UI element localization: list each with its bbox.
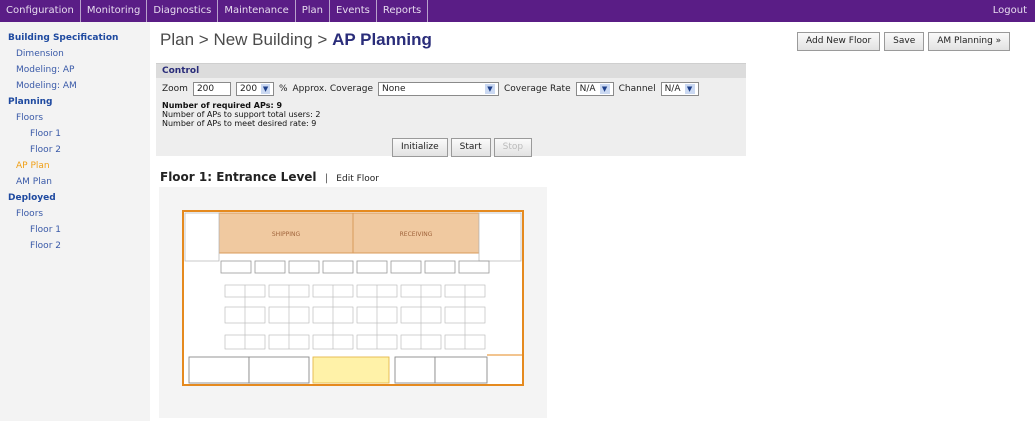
floor-heading: Floor 1: Entrance Level | Edit Floor <box>160 170 379 184</box>
coverage-rate-select[interactable]: N/A ▼ <box>575 82 614 96</box>
coverage-select-value: None <box>382 84 406 94</box>
floor-plan-panel: SHIPPING RECEIVING <box>159 187 547 418</box>
coverage-select[interactable]: None ▼ <box>378 82 499 96</box>
ap-summary: Number of required APs: 9 Number of APs … <box>162 101 320 128</box>
side-area-right <box>478 212 522 262</box>
sidebar-item-dimension[interactable]: Dimension <box>8 46 150 62</box>
top-navigation-bar: Configuration Monitoring Diagnostics Mai… <box>0 0 1035 22</box>
floor-title-separator: | <box>324 173 329 184</box>
breadcrumb-current: AP Planning <box>332 30 432 49</box>
toolbar: Add New Floor Save AM Planning » <box>797 32 1011 51</box>
chevron-down-icon: ▼ <box>599 84 610 94</box>
control-title: Control <box>156 64 746 78</box>
sidebar-item-deployed-floors[interactable]: Floors <box>8 206 150 222</box>
required-aps-text: Number of required APs: 9 <box>162 101 283 110</box>
percent-label: % <box>278 84 288 94</box>
stop-button[interactable]: Stop <box>493 138 533 157</box>
sidebar-deployed[interactable]: Deployed <box>8 190 150 206</box>
sidebar-item-am-plan[interactable]: AM Plan <box>8 174 150 190</box>
nav-configuration[interactable]: Configuration <box>0 0 81 22</box>
coverage-rate-label: Coverage Rate <box>504 84 571 94</box>
sidebar-item-modeling-ap[interactable]: Modeling: AP <box>8 62 150 78</box>
sidebar-planning[interactable]: Planning <box>8 94 150 110</box>
sidebar-item-modeling-am[interactable]: Modeling: AM <box>8 78 150 94</box>
channel-select[interactable]: N/A ▼ <box>660 82 699 96</box>
initialize-button[interactable]: Initialize <box>392 138 448 157</box>
channel-label: Channel <box>618 84 656 94</box>
chevron-down-icon: ▼ <box>261 84 270 94</box>
nav-plan[interactable]: Plan <box>296 0 331 22</box>
aps-rate-text: Number of APs to meet desired rate: 9 <box>162 119 317 128</box>
am-planning-button[interactable]: AM Planning » <box>928 32 1011 51</box>
floor-plan-canvas[interactable]: SHIPPING RECEIVING <box>159 187 547 418</box>
sidebar-item-ap-plan[interactable]: AP Plan <box>8 158 150 174</box>
breadcrumb-building[interactable]: New Building <box>213 30 312 49</box>
bottom-rooms <box>188 356 488 384</box>
room-label-shipping: SHIPPING <box>272 231 301 238</box>
channel-value: N/A <box>664 84 681 94</box>
logout-link[interactable]: Logout <box>987 0 1035 22</box>
page-title-breadcrumb: Plan > New Building > AP Planning <box>160 30 432 50</box>
nav-events[interactable]: Events <box>330 0 377 22</box>
zoom-select-value: 200 <box>239 84 258 94</box>
chevron-down-icon: ▼ <box>485 84 495 94</box>
zoom-label: Zoom <box>162 84 188 94</box>
breadcrumb-plan[interactable]: Plan <box>160 30 194 49</box>
highlighted-room <box>312 356 390 384</box>
sidebar-building-specification[interactable]: Building Specification <box>8 30 150 46</box>
sidebar-item-deployed-floor-2[interactable]: Floor 2 <box>8 238 150 254</box>
sidebar: Building Specification Dimension Modelin… <box>0 22 150 421</box>
edit-floor-link[interactable]: Edit Floor <box>336 174 379 184</box>
nav-monitoring[interactable]: Monitoring <box>81 0 148 22</box>
sidebar-item-floor-2[interactable]: Floor 2 <box>8 142 150 158</box>
breadcrumb-separator: > <box>317 30 328 49</box>
chevron-down-icon: ▼ <box>684 84 695 94</box>
zoom-input[interactable]: 200 <box>192 82 231 96</box>
nav-maintenance[interactable]: Maintenance <box>218 0 296 22</box>
breadcrumb-separator: > <box>198 30 209 49</box>
control-buttons: Initialize Start Stop <box>392 138 533 157</box>
nav-reports[interactable]: Reports <box>377 0 429 22</box>
room-label-receiving: RECEIVING <box>400 231 433 238</box>
save-button[interactable]: Save <box>884 32 925 51</box>
sidebar-item-floor-1[interactable]: Floor 1 <box>8 126 150 142</box>
aps-users-text: Number of APs to support total users: 2 <box>162 110 321 119</box>
floor-title: Floor 1: Entrance Level <box>160 170 317 184</box>
sidebar-item-deployed-floor-1[interactable]: Floor 1 <box>8 222 150 238</box>
add-new-floor-button[interactable]: Add New Floor <box>797 32 881 51</box>
coverage-rate-value: N/A <box>579 84 596 94</box>
zoom-select[interactable]: 200 ▼ <box>235 82 274 96</box>
side-area-left <box>184 212 220 262</box>
control-row: Zoom 200 200 ▼ % Approx. Coverage None ▼… <box>162 82 699 96</box>
nav-diagnostics[interactable]: Diagnostics <box>147 0 219 22</box>
start-button[interactable]: Start <box>450 138 491 157</box>
sidebar-item-floors[interactable]: Floors <box>8 110 150 126</box>
control-panel: Control Zoom 200 200 ▼ % Approx. Coverag… <box>156 63 746 157</box>
coverage-label: Approx. Coverage <box>292 84 373 94</box>
